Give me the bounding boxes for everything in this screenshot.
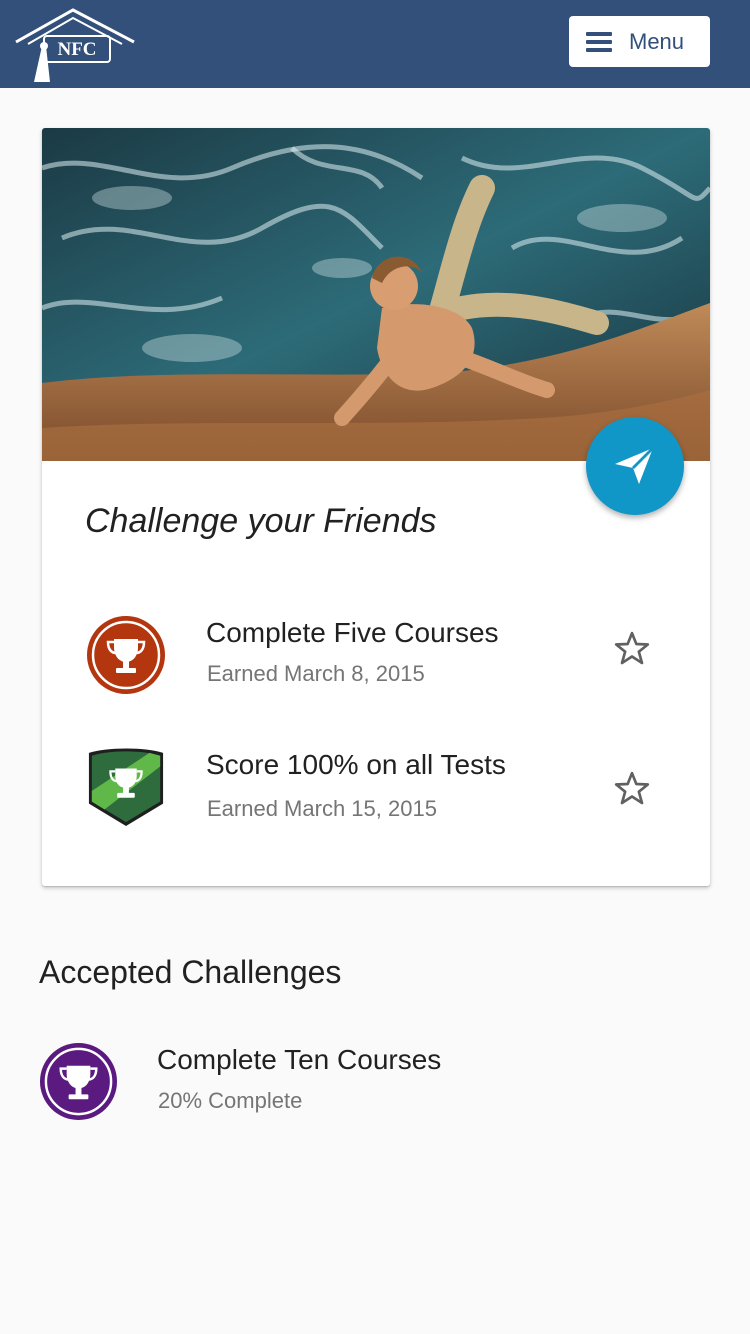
trophy-circle-icon bbox=[87, 616, 165, 694]
achievement-date: Earned March 15, 2015 bbox=[207, 796, 437, 821]
accepted-challenge-item[interactable]: Complete Ten Courses 20% Complete bbox=[39, 1042, 699, 1122]
achievement-item[interactable]: Score 100% on all Tests Earned March 15,… bbox=[86, 747, 666, 837]
section-title: Accepted Challenges bbox=[39, 954, 342, 990]
card-title: Challenge your Friends bbox=[85, 502, 437, 540]
hamburger-icon bbox=[586, 31, 612, 52]
share-button[interactable] bbox=[586, 417, 684, 515]
hero-image bbox=[42, 128, 710, 461]
menu-button[interactable]: Menu bbox=[569, 16, 710, 67]
paper-plane-icon bbox=[615, 447, 654, 484]
trophy-circle-icon bbox=[39, 1042, 118, 1121]
app-header: NFC Menu bbox=[0, 0, 750, 88]
challenge-progress: 20% Complete bbox=[158, 1088, 303, 1113]
svg-text:NFC: NFC bbox=[57, 39, 96, 60]
challenge-card: Challenge your Friends Complete Five Cou… bbox=[42, 128, 710, 886]
achievement-date: Earned March 8, 2015 bbox=[207, 661, 425, 686]
menu-label: Menu bbox=[629, 28, 685, 54]
star-icon[interactable] bbox=[612, 769, 652, 809]
star-icon[interactable] bbox=[612, 629, 652, 669]
trophy-shield-icon bbox=[88, 748, 164, 827]
achievement-title: Score 100% on all Tests bbox=[206, 749, 506, 780]
challenge-title: Complete Ten Courses bbox=[157, 1044, 442, 1075]
achievement-item[interactable]: Complete Five Courses Earned March 8, 20… bbox=[86, 615, 666, 705]
achievement-title: Complete Five Courses bbox=[206, 617, 499, 648]
nfc-logo[interactable]: NFC bbox=[14, 6, 136, 82]
